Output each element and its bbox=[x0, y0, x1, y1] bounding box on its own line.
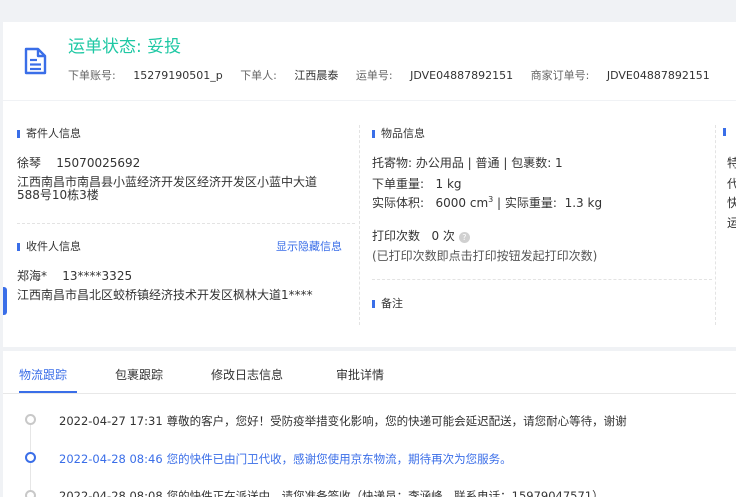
divider bbox=[372, 279, 712, 280]
waybill-detail-page: 运单状态: 妥投 下单账号: 15279190501_p 下单人: 江西晨泰 运… bbox=[0, 0, 736, 497]
side-collapse-tab[interactable] bbox=[3, 287, 7, 315]
tab-change-log[interactable]: 修改日志信息 bbox=[211, 366, 283, 383]
waybill-header: 运单状态: 妥投 下单账号: 15279190501_p 下单人: 江西晨泰 运… bbox=[3, 22, 736, 100]
tracking-event: 2022-04-28 08:08 您的快件正在派送中，请您准备签收（快递员：李涵峰… bbox=[59, 488, 604, 497]
order-weight: 下单重量: 1 kg bbox=[372, 177, 462, 191]
cut-text: 特 bbox=[727, 156, 736, 170]
tracking-tabs: 物流跟踪 包裹跟踪 修改日志信息 审批详情 bbox=[3, 351, 736, 394]
help-icon[interactable]: ? bbox=[458, 232, 470, 243]
event-text: 您的快件正在派送中，请您准备签收（快递员：李涵峰，联系电话：1597904757… bbox=[166, 489, 604, 497]
column-divider bbox=[715, 125, 716, 325]
timeline-dot bbox=[25, 414, 36, 425]
sender-contact: 徐琴 15070025692 bbox=[17, 154, 140, 171]
cut-section-title bbox=[723, 125, 732, 138]
receiver-section-title: 收件人信息 bbox=[17, 238, 81, 254]
waybill-meta: 下单账号: 15279190501_p 下单人: 江西晨泰 运单号: JDVE0… bbox=[68, 67, 724, 83]
waybill-number: 运单号: JDVE04887892151 bbox=[355, 69, 514, 82]
tracking-event: 2022-04-28 08:46 您的快件已由门卫代收，感谢您使用京东物流，期待再… bbox=[59, 451, 512, 467]
column-divider bbox=[359, 125, 360, 325]
tab-logistics-tracking[interactable]: 物流跟踪 bbox=[19, 366, 67, 383]
info-card: 寄件人信息 徐琴 15070025692 江西南昌市南昌县小蓝经济开发区经济开发… bbox=[3, 101, 736, 347]
active-tab-indicator bbox=[19, 391, 77, 393]
show-hidden-info-link[interactable]: 显示隐藏信息 bbox=[276, 238, 342, 254]
order-account: 下单账号: 15279190501_p bbox=[68, 69, 223, 82]
receiver-contact: 郑海* 13****3325 bbox=[17, 267, 132, 284]
receiver-phone: 13****3325 bbox=[62, 269, 133, 283]
receiver-name: 郑海* bbox=[17, 269, 48, 283]
cut-text: 快 bbox=[727, 196, 736, 210]
event-time: 2022-04-27 17:31 bbox=[59, 414, 163, 428]
merchant-order-number: 商家订单号: JDVE04887892151 bbox=[530, 69, 710, 82]
event-time: 2022-04-28 08:46 bbox=[59, 452, 163, 466]
volume-weight: 实际体积: 6000 cm3 | 实际重量: 1.3 kg bbox=[372, 195, 603, 210]
tab-approval-details[interactable]: 审批详情 bbox=[336, 366, 384, 383]
cut-text: 运 bbox=[727, 216, 736, 230]
goods-summary: 托寄物: 办公用品 | 普通 | 包裹数: 1 bbox=[372, 156, 563, 170]
tab-package-tracking[interactable]: 包裹跟踪 bbox=[115, 366, 163, 383]
goods-section-title: 物品信息 bbox=[372, 125, 425, 141]
print-hint: (已打印次数即点击打印按钮发起打印次数) bbox=[372, 249, 598, 263]
sender-section-title: 寄件人信息 bbox=[17, 125, 81, 141]
sender-phone: 15070025692 bbox=[56, 156, 141, 170]
receiver-address: 江西南昌市昌北区蛟桥镇经济技术开发区枫林大道1**** bbox=[17, 288, 313, 302]
document-icon bbox=[24, 47, 47, 75]
sender-name: 徐琴 bbox=[17, 156, 42, 170]
waybill-status: 运单状态: 妥投 bbox=[68, 37, 182, 57]
tracking-card: 物流跟踪 包裹跟踪 修改日志信息 审批详情 2022-04-27 17:31 尊敬… bbox=[3, 351, 736, 497]
print-count: 打印次数 0 次? bbox=[372, 227, 470, 244]
orderer: 下单人: 江西晨泰 bbox=[240, 69, 339, 82]
event-text: 尊敬的客户，您好！受防疫举措变化影响，您的快递可能会延迟配送，请您耐心等待，谢谢 bbox=[166, 414, 627, 428]
event-text: 您的快件已由门卫代收，感谢您使用京东物流，期待再次为您服务。 bbox=[166, 452, 512, 466]
timeline-dot-active bbox=[25, 452, 36, 463]
event-time: 2022-04-28 08:08 bbox=[59, 489, 163, 497]
cut-text: 代 bbox=[727, 177, 736, 191]
tracking-event: 2022-04-27 17:31 尊敬的客户，您好！受防疫举措变化影响，您的快递可… bbox=[59, 413, 627, 429]
remark-section-title: 备注 bbox=[372, 295, 403, 311]
sender-address: 江西南昌市南昌县小蓝经济开发区经济开发区小蓝中大道588号10栋3楼 bbox=[17, 175, 318, 202]
divider bbox=[17, 223, 355, 224]
timeline-dot bbox=[25, 490, 36, 497]
